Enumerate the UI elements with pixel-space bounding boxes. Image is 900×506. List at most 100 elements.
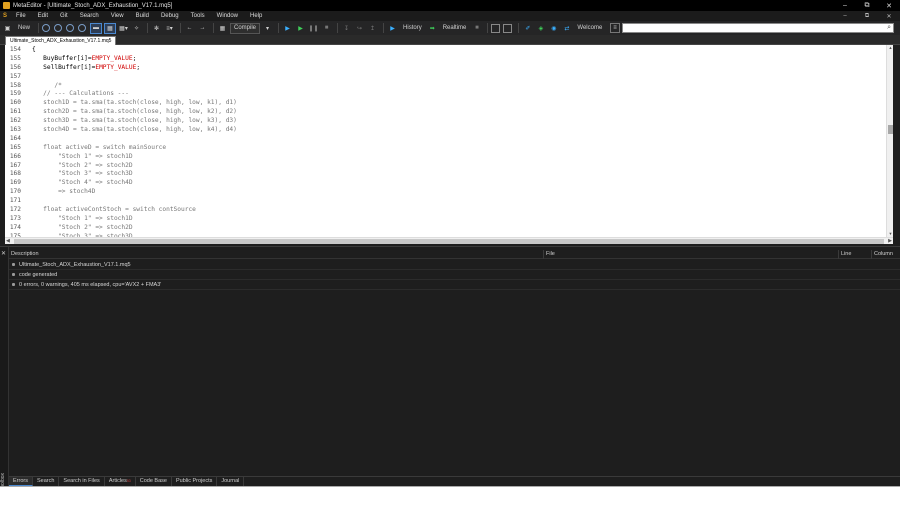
copy-icon[interactable] (491, 23, 501, 33)
step-over-icon[interactable]: ↪ (354, 23, 365, 34)
code-line[interactable]: 165 float activeD = switch mainSource (5, 144, 237, 153)
horizontal-scrollbar[interactable]: ◀ ▶ (5, 237, 893, 244)
navigator-icon[interactable] (42, 24, 51, 32)
back-icon[interactable]: ← (184, 23, 195, 34)
new-file-icon[interactable]: ▣ (2, 23, 13, 34)
step-out-icon[interactable]: ↥ (367, 23, 378, 34)
menu-file[interactable]: File (10, 13, 32, 19)
code-line[interactable]: 156 SellBuffer[i]=EMPTY_VALUE; (5, 64, 237, 73)
code-editor[interactable]: 154{155 BuyBuffer[i]=EMPTY_VALUE; 156 Sel… (5, 45, 893, 237)
column-description[interactable]: Description (9, 250, 39, 259)
tab-code-base[interactable]: Code Base (136, 477, 172, 486)
list-item[interactable]: Ultimate_Stoch_ADX_Exhaustion_V17.1.mq5 (9, 260, 900, 270)
pause-icon[interactable]: ❚❚ (308, 23, 319, 34)
column-line[interactable]: Line (838, 250, 851, 259)
welcome-icon[interactable]: ⇄ (561, 23, 572, 34)
menu-view[interactable]: View (105, 13, 130, 19)
search-input[interactable]: ⌕ (622, 23, 894, 33)
compile-dropdown-icon[interactable]: ▾ (262, 23, 273, 34)
welcome-button[interactable]: Welcome (574, 23, 605, 34)
code-line[interactable]: 161 stoch2D = ta.sma(ta.stoch(close, hig… (5, 108, 237, 117)
code-line[interactable]: 163 stoch4D = ta.sma(ta.stoch(close, hig… (5, 126, 237, 135)
doc-close-button[interactable]: ✕ (878, 11, 900, 21)
horizontal-scroll-thumb[interactable] (14, 239, 884, 244)
code-line[interactable]: 169 "Stoch 4" => stoch4D (5, 179, 237, 188)
network-icon[interactable]: ◉ (548, 23, 559, 34)
code-line[interactable]: 158 /* (5, 82, 237, 91)
menu-build[interactable]: Build (130, 13, 155, 19)
column-column[interactable]: Column (871, 250, 893, 259)
step-into-icon[interactable]: ↧ (341, 23, 352, 34)
search-icon[interactable]: ⌕ (887, 24, 891, 32)
code-line[interactable]: 172 float activeContStoch = switch contS… (5, 206, 237, 215)
tab-journal[interactable]: Journal (217, 477, 245, 486)
tab-articles[interactable]: Articles53 (105, 477, 136, 486)
toolbox-toggle-icon[interactable] (54, 24, 63, 32)
code-line[interactable]: 166 "Stoch 1" => stoch1D (5, 153, 237, 162)
code-line[interactable]: 171 (5, 197, 237, 206)
code-line[interactable]: 157 (5, 73, 237, 82)
code-line[interactable]: 154 { (5, 46, 237, 55)
insert-icon[interactable]: ▦▾ (118, 23, 129, 34)
history-icon[interactable]: ▶ (387, 23, 398, 34)
scroll-up-icon[interactable]: ▲ (887, 45, 893, 51)
stop-icon[interactable]: ■ (321, 23, 332, 34)
realtime-icon[interactable]: ➡ (427, 23, 438, 34)
code-line[interactable]: 155 BuyBuffer[i]=EMPTY_VALUE; (5, 55, 237, 64)
comment-block-icon[interactable]: ✻ (151, 23, 162, 34)
tab-search-in-files[interactable]: Search in Files (59, 477, 105, 486)
restore-button[interactable]: ⧉ (856, 0, 878, 11)
panel-toggle-icon[interactable]: ▦ (104, 22, 117, 34)
tab-public-projects[interactable]: Public Projects (172, 477, 218, 486)
edit-pen-icon[interactable]: ✐ (522, 23, 533, 34)
compile-icon[interactable]: ▦ (217, 23, 228, 34)
search-options-icon[interactable]: ≡ (610, 23, 620, 33)
start-debug-history-icon[interactable]: ▶ (295, 23, 306, 34)
paste-icon[interactable] (503, 23, 513, 33)
code-line[interactable]: 162 stoch3D = ta.sma(ta.stoch(close, hig… (5, 117, 237, 126)
scroll-left-icon[interactable]: ◀ (6, 238, 10, 244)
code-line[interactable]: 174 "Stoch 2" => stoch2D (5, 224, 237, 233)
menu-edit[interactable]: Edit (32, 13, 54, 19)
document-tab[interactable]: Ultimate_Stoch_ADX_Exhaustion_V17.1.mq5 (5, 36, 117, 45)
menu-debug[interactable]: Debug (155, 13, 185, 19)
bookmark-icon[interactable]: ≡▾ (164, 23, 175, 34)
menu-search[interactable]: Search (74, 13, 105, 19)
tab-errors[interactable]: Errors (9, 477, 33, 486)
app-menu-icon[interactable]: S (0, 13, 10, 19)
compile-button[interactable]: Compile (230, 22, 261, 34)
doc-minimize-button[interactable]: – (834, 11, 856, 21)
code-line[interactable]: 173 "Stoch 1" => stoch1D (5, 215, 237, 224)
market-icon[interactable] (66, 24, 75, 32)
start-debug-real-icon[interactable]: ▶ (282, 23, 293, 34)
code-line[interactable]: 170 => stoch4D (5, 188, 237, 197)
minimize-button[interactable]: – (834, 0, 856, 11)
realtime-button[interactable]: Realtime (440, 23, 470, 34)
toolbox-close-icon[interactable]: ✕ (1, 250, 6, 257)
styler-icon[interactable]: ✧ (131, 23, 142, 34)
code-line[interactable]: 164 (5, 135, 237, 144)
git-icon[interactable]: ◈ (535, 23, 546, 34)
new-button[interactable]: New (15, 23, 33, 34)
code-line[interactable]: 160 stoch1D = ta.sma(ta.stoch(close, hig… (5, 99, 237, 108)
signals-icon[interactable] (78, 24, 87, 32)
menu-help[interactable]: Help (244, 13, 268, 19)
code-line[interactable]: 168 "Stoch 3" => stoch3D (5, 170, 237, 179)
menu-tools[interactable]: Tools (185, 13, 211, 19)
menu-git[interactable]: Git (54, 13, 74, 19)
forward-icon[interactable]: → (197, 23, 208, 34)
close-button[interactable]: ✕ (878, 0, 900, 11)
layout-toggle-icon[interactable]: ▬ (90, 22, 103, 34)
tab-search[interactable]: Search (33, 477, 60, 486)
code-line[interactable]: 167 "Stoch 2" => stoch2D (5, 162, 237, 171)
doc-restore-button[interactable]: ⧉ (856, 11, 878, 21)
history-button[interactable]: History (400, 23, 425, 34)
vertical-scroll-thumb[interactable] (888, 125, 893, 134)
list-item[interactable]: 0 errors, 0 warnings, 405 ms elapsed, cp… (9, 280, 900, 290)
menu-window[interactable]: Window (211, 13, 244, 19)
stop-profiling-icon[interactable]: ■ (471, 23, 482, 34)
scroll-right-icon[interactable]: ▶ (888, 238, 892, 244)
vertical-scrollbar[interactable]: ▲ ▼ (886, 45, 893, 237)
column-file[interactable]: File (543, 250, 555, 259)
code-line[interactable]: 159 // --- Calculations --- (5, 90, 237, 99)
